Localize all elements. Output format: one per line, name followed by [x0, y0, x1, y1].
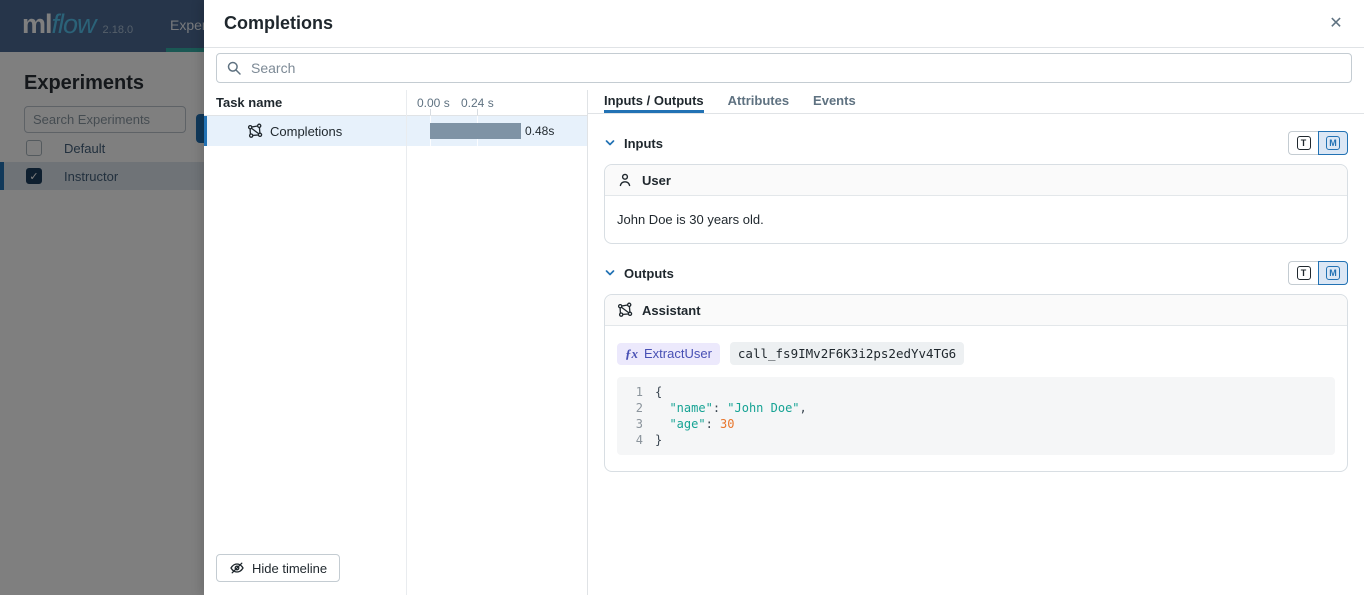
text-mode-icon: T: [1297, 136, 1311, 150]
role-label: User: [642, 173, 671, 188]
assistant-message-card: Assistant ƒx ExtractUser call_fs9IMv2F6K…: [604, 294, 1348, 472]
tab-attributes[interactable]: Attributes: [728, 90, 789, 113]
outputs-section-header: Outputs T M: [604, 260, 1348, 286]
search-input[interactable]: [216, 53, 1352, 83]
drawer-header: Completions ✕: [204, 0, 1364, 48]
outputs-render-toggle: T M: [1288, 261, 1348, 285]
timeline-tick-mark: [477, 109, 478, 115]
timeline-tick-label: 0.00 s: [417, 96, 450, 110]
assistant-message-body: ƒx ExtractUser call_fs9IMv2F6K3i2ps2edYv…: [605, 326, 1347, 471]
timeline-header: Task name 0.00 s 0.24 s: [204, 90, 587, 116]
user-message-card: User John Doe is 30 years old.: [604, 164, 1348, 244]
timeline-tick-label: 0.24 s: [461, 96, 494, 110]
user-message-text: John Doe is 30 years old.: [605, 196, 1347, 243]
function-icon: ƒx: [625, 346, 638, 362]
span-label: Completions: [270, 124, 342, 139]
task-name-column-header: Task name: [216, 95, 282, 110]
markdown-mode-icon: M: [1326, 266, 1340, 280]
function-tag[interactable]: ƒx ExtractUser: [617, 343, 720, 365]
trace-details-drawer: Completions ✕ Task name 0.00 s 0.24 s: [204, 0, 1364, 595]
markdown-mode-icon: M: [1326, 136, 1340, 150]
timeline-column-divider: [406, 90, 407, 595]
function-call-row: ƒx ExtractUser call_fs9IMv2F6K3i2ps2edYv…: [617, 342, 1335, 365]
drawer-title: Completions: [224, 13, 1324, 34]
agent-graph-icon: [617, 302, 633, 318]
close-icon[interactable]: ✕: [1324, 12, 1348, 36]
span-row-completions[interactable]: Completions 0.48s: [204, 116, 587, 146]
outputs-section-label: Outputs: [624, 266, 674, 281]
markdown-toggle-button[interactable]: M: [1318, 261, 1348, 285]
user-icon: [617, 172, 633, 188]
markdown-toggle-button[interactable]: M: [1318, 131, 1348, 155]
role-label: Assistant: [642, 303, 701, 318]
eye-off-icon: [229, 560, 245, 576]
chevron-down-icon[interactable]: [604, 137, 616, 149]
raw-text-toggle-button[interactable]: T: [1288, 261, 1318, 285]
timeline-pane: Task name 0.00 s 0.24 s Completions 0.48…: [204, 90, 588, 595]
user-card-header: User: [605, 165, 1347, 196]
inputs-section-header: Inputs T M: [604, 130, 1348, 156]
drawer-body: Task name 0.00 s 0.24 s Completions 0.48…: [204, 90, 1364, 595]
inputs-render-toggle: T M: [1288, 131, 1348, 155]
tab-inputs-outputs[interactable]: Inputs / Outputs: [604, 90, 704, 113]
timeline-duration-bar: [430, 123, 521, 139]
drawer-search-bar: [204, 48, 1364, 90]
details-tabs: Inputs / Outputs Attributes Events: [588, 90, 1364, 114]
search-icon: [226, 60, 242, 76]
raw-text-toggle-button[interactable]: T: [1288, 131, 1318, 155]
call-id-tag[interactable]: call_fs9IMv2F6K3i2ps2edYv4TG6: [730, 342, 964, 365]
hide-timeline-button[interactable]: Hide timeline: [216, 554, 340, 582]
duration-label: 0.48s: [525, 124, 554, 138]
timeline-tick-mark: [430, 109, 431, 115]
inputs-outputs-content: Inputs T M: [588, 114, 1364, 595]
inputs-section-label: Inputs: [624, 136, 663, 151]
code-block[interactable]: 1{2 "name": "John Doe",3 "age": 304}: [617, 377, 1335, 455]
agent-graph-icon: [247, 123, 263, 139]
details-pane: Inputs / Outputs Attributes Events Input…: [588, 90, 1364, 595]
chevron-down-icon[interactable]: [604, 267, 616, 279]
hide-timeline-label: Hide timeline: [252, 561, 327, 576]
text-mode-icon: T: [1297, 266, 1311, 280]
assistant-card-header: Assistant: [605, 295, 1347, 326]
function-name: ExtractUser: [644, 346, 712, 361]
tab-events[interactable]: Events: [813, 90, 856, 113]
